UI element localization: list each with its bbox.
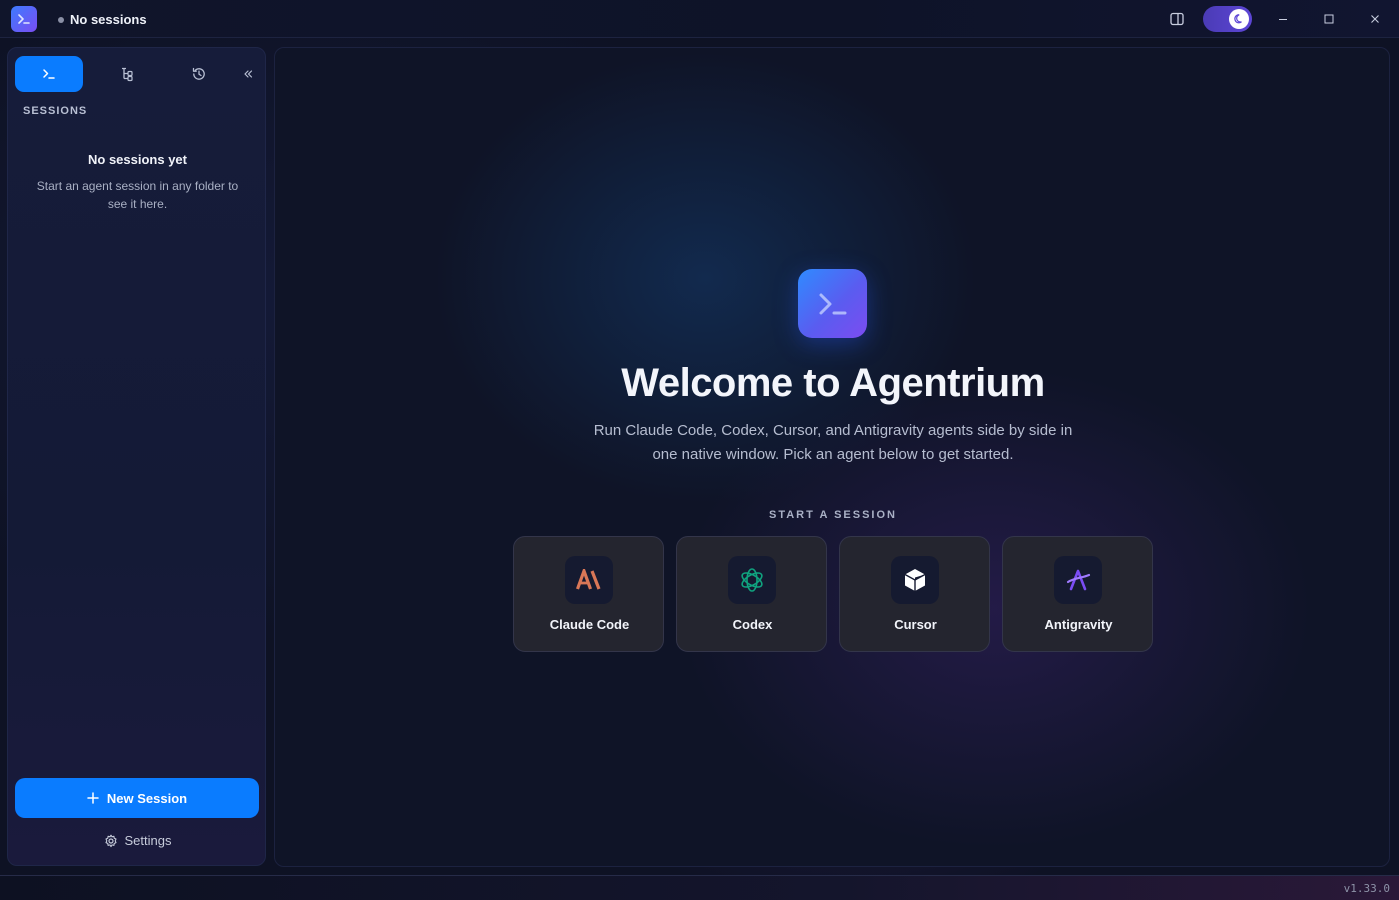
- session-status: No sessions: [58, 12, 147, 27]
- welcome-title: Welcome to Agentrium: [621, 361, 1045, 405]
- agent-card-antigravity[interactable]: Antigravity: [1002, 536, 1153, 652]
- empty-state-description: Start an agent session in any folder to …: [36, 179, 239, 211]
- terminal-icon: [43, 69, 55, 79]
- version-label: v1.33.0: [1343, 882, 1390, 895]
- app-logo-icon: [11, 6, 37, 32]
- sessions-heading: SESSIONS: [23, 105, 88, 117]
- antigravity-icon: [1054, 556, 1102, 604]
- chevrons-left-icon: [244, 70, 253, 78]
- new-session-button[interactable]: New Session: [15, 778, 259, 818]
- openai-icon: [728, 556, 776, 604]
- empty-state-title: No sessions yet: [88, 152, 187, 167]
- new-session-label: New Session: [106, 790, 188, 806]
- theme-toggle[interactable]: [1203, 6, 1252, 32]
- tree-icon: [122, 67, 133, 82]
- sidebar-tabs: [15, 56, 259, 92]
- tab-tree[interactable]: [93, 56, 161, 92]
- agent-label: Cursor: [894, 617, 937, 632]
- close-icon[interactable]: [1365, 9, 1385, 29]
- maximize-icon[interactable]: [1319, 9, 1339, 29]
- panel-toggle-icon[interactable]: [1167, 9, 1187, 29]
- app-window: No sessions SESSIONS No sessions yet Sta…: [0, 0, 1399, 900]
- agent-label: Codex: [732, 617, 773, 632]
- agent-card-cursor[interactable]: Cursor: [839, 536, 990, 652]
- moon-icon: [1229, 9, 1249, 29]
- session-status-label: No sessions: [70, 12, 147, 27]
- plus-icon: [87, 792, 99, 804]
- tab-history[interactable]: [165, 56, 233, 92]
- start-session-heading: START A SESSION: [769, 509, 897, 521]
- minimize-icon[interactable]: [1273, 9, 1293, 29]
- welcome-subtitle: Run Claude Code, Codex, Cursor, and Anti…: [593, 422, 1073, 463]
- sidebar: SESSIONS No sessions yet Start an agent …: [7, 47, 266, 866]
- tab-sessions[interactable]: [15, 56, 83, 92]
- claude-icon: [565, 556, 613, 604]
- settings-button[interactable]: Settings: [8, 833, 267, 848]
- title-bar: No sessions: [0, 0, 1399, 38]
- agent-label: Antigravity: [1044, 617, 1113, 632]
- agent-card-claude-code[interactable]: Claude Code: [513, 536, 664, 652]
- agent-card-codex[interactable]: Codex: [676, 536, 827, 652]
- gear-icon: [104, 834, 117, 847]
- agent-label: Claude Code: [549, 617, 630, 632]
- cursor-icon: [891, 556, 939, 604]
- status-bar: v1.33.0: [0, 875, 1399, 900]
- collapse-sidebar-button[interactable]: [237, 56, 259, 92]
- history-icon: [192, 67, 205, 80]
- main-panel: Welcome to Agentrium Run Claude Code, Co…: [274, 47, 1390, 867]
- status-dot: [58, 16, 64, 23]
- settings-label: Settings: [124, 833, 172, 848]
- hero-logo-icon: [798, 269, 867, 338]
